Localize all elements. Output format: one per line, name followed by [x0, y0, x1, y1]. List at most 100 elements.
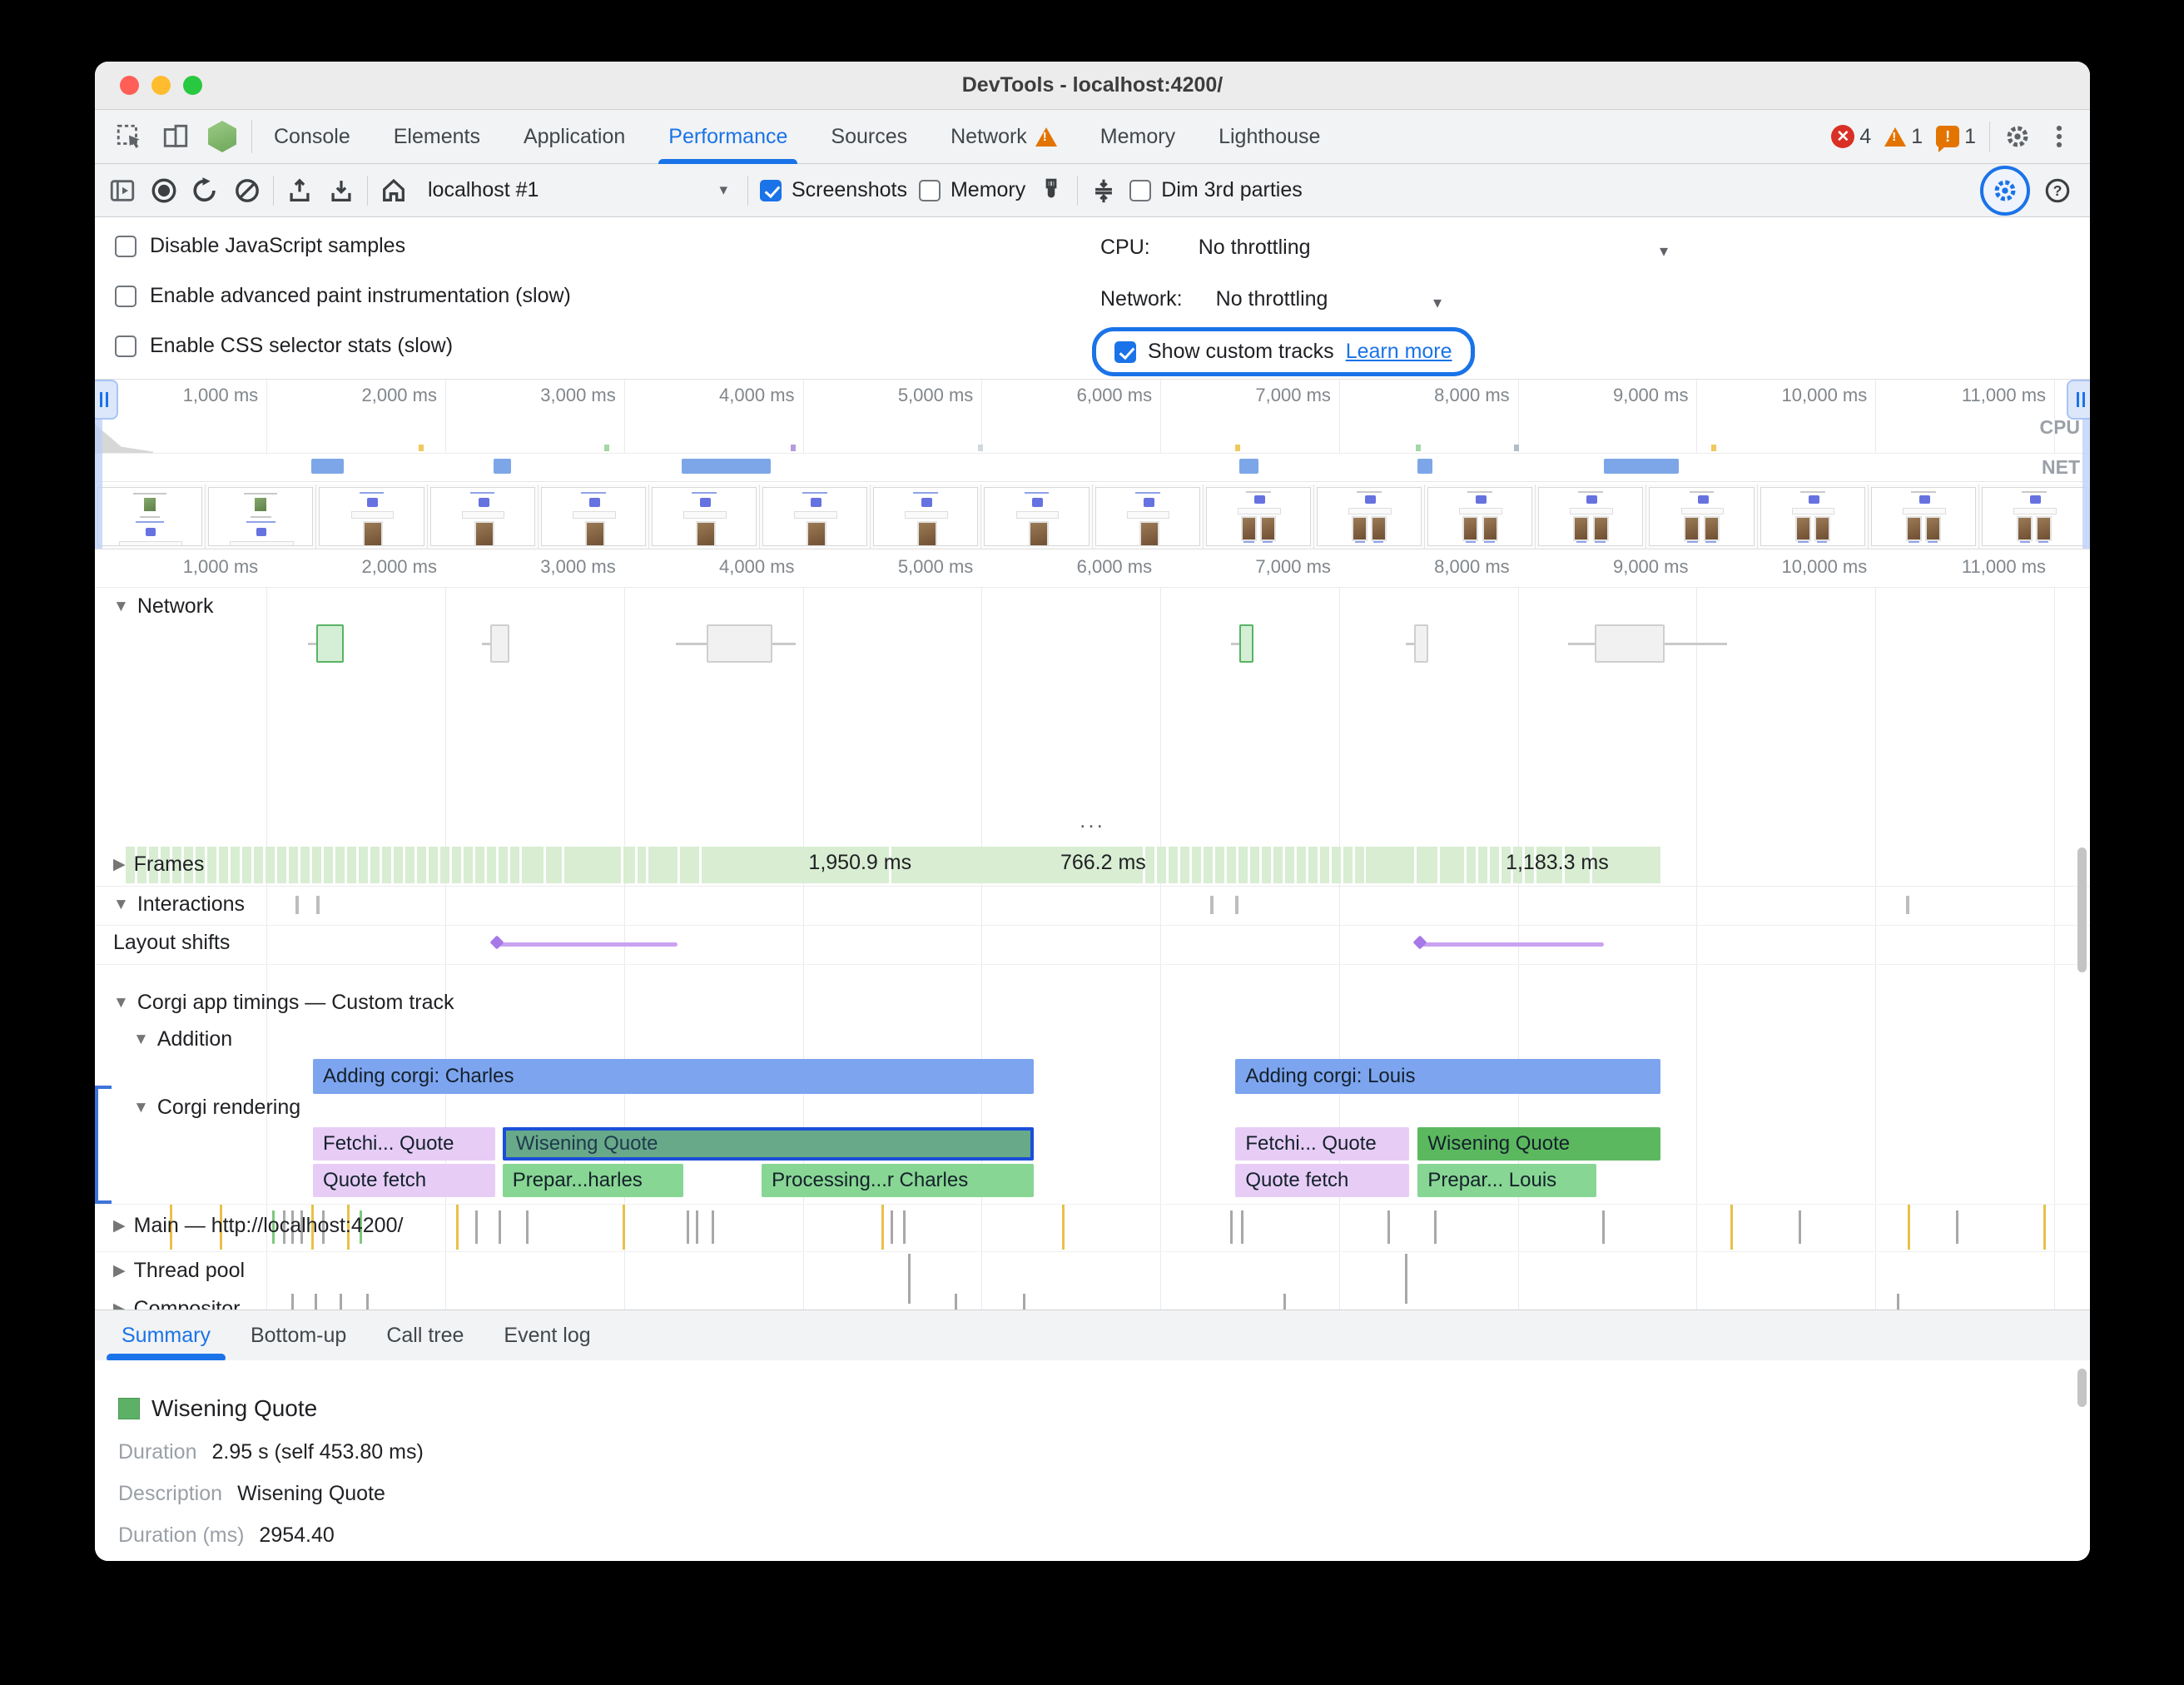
- main-thread-tick[interactable]: [891, 1210, 893, 1244]
- screenshot-thumbnail[interactable]: [1093, 485, 1204, 549]
- summary-scrollbar-thumb[interactable]: [2077, 1369, 2087, 1407]
- issues-badge[interactable]: ! 1: [1936, 125, 1976, 149]
- device-toolbar-icon[interactable]: [161, 122, 190, 151]
- main-thread-tick[interactable]: [2043, 1205, 2046, 1250]
- tab-performance[interactable]: Performance: [647, 110, 809, 163]
- track-interactions[interactable]: ▼Interactions: [113, 892, 245, 917]
- screenshot-thumbnail[interactable]: [539, 485, 649, 549]
- track-frames[interactable]: ▶Frames: [113, 852, 204, 877]
- memory-checkbox[interactable]: [919, 180, 941, 201]
- main-thread-tick[interactable]: [1230, 1210, 1233, 1244]
- save-profile-icon[interactable]: [327, 176, 355, 205]
- main-thread-tick[interactable]: [1799, 1210, 1801, 1244]
- main-thread-tick[interactable]: [456, 1205, 459, 1250]
- screenshot-thumbnail[interactable]: [95, 485, 206, 549]
- load-profile-icon[interactable]: [285, 176, 314, 205]
- screenshots-checkbox[interactable]: [760, 180, 782, 201]
- tracks-area[interactable]: ... ▼Network▶Frames1,950.9 ms766.2 ms1,1…: [95, 588, 2090, 1310]
- screenshot-thumbnail[interactable]: [871, 485, 981, 549]
- chevron-down-icon[interactable]: ▾: [1660, 241, 1668, 261]
- main-thread-tick[interactable]: [1956, 1210, 1958, 1244]
- main-thread-tick[interactable]: [696, 1210, 698, 1244]
- main-thread-tick[interactable]: [1730, 1205, 1733, 1250]
- track-corgi-rendering[interactable]: ▼Corgi rendering: [133, 1096, 300, 1120]
- compositor-tick[interactable]: [315, 1294, 317, 1310]
- chevron-down-icon[interactable]: ▾: [1433, 292, 1442, 313]
- inspect-icon[interactable]: [115, 122, 143, 151]
- compositor-tick[interactable]: [366, 1294, 369, 1310]
- tab-sources[interactable]: Sources: [809, 110, 929, 163]
- network-request-bar[interactable]: [1414, 624, 1428, 663]
- main-thread-tick[interactable]: [1062, 1205, 1065, 1250]
- settings-checkbox[interactable]: [115, 236, 136, 257]
- learn-more-link[interactable]: Learn more: [1346, 340, 1452, 364]
- live-metrics-home-icon[interactable]: [380, 176, 408, 205]
- main-thread-tick[interactable]: [712, 1210, 714, 1244]
- custom-track-event[interactable]: Prepar... Louis: [1417, 1164, 1596, 1197]
- main-thread-tick[interactable]: [1241, 1210, 1243, 1244]
- details-tab-summary[interactable]: Summary: [102, 1310, 231, 1360]
- show-custom-tracks-checkbox[interactable]: [1114, 341, 1136, 363]
- screenshot-thumbnail[interactable]: [760, 485, 871, 549]
- details-tab-bottom-up[interactable]: Bottom-up: [231, 1310, 366, 1360]
- screenshot-thumbnail[interactable]: [1425, 485, 1536, 549]
- screenshot-thumbnail[interactable]: [428, 485, 539, 549]
- custom-track-event[interactable]: Processing...r Charles: [762, 1164, 1033, 1197]
- details-tab-event-log[interactable]: Event log: [484, 1310, 610, 1360]
- track-addition[interactable]: ▼Addition: [133, 1027, 232, 1051]
- history-dropdown[interactable]: localhost #1 ▾: [419, 178, 736, 202]
- dim-3rd-parties-checkbox-row[interactable]: Dim 3rd parties: [1129, 178, 1303, 202]
- custom-track-event[interactable]: Wisening Quote: [1417, 1127, 1660, 1161]
- track-layout-shifts[interactable]: Layout shifts: [113, 931, 230, 955]
- screenshot-thumbnail[interactable]: [206, 485, 316, 549]
- compress-tracks-icon[interactable]: [1090, 176, 1118, 205]
- custom-track-event[interactable]: Fetchi... Quote: [313, 1127, 495, 1161]
- screenshot-thumbnail[interactable]: [981, 485, 1092, 549]
- custom-track-event[interactable]: Quote fetch: [1235, 1164, 1408, 1197]
- custom-track-event[interactable]: Quote fetch: [313, 1164, 495, 1197]
- track-network[interactable]: ▼Network: [113, 594, 214, 619]
- show-custom-tracks-setting[interactable]: Show custom tracks Learn more: [1092, 327, 1475, 376]
- track-resize-handle[interactable]: ...: [1080, 808, 1105, 833]
- tracks-scrollbar-thumb[interactable]: [2077, 847, 2087, 972]
- network-request-bar[interactable]: [1239, 624, 1253, 663]
- memory-checkbox-row[interactable]: Memory: [919, 178, 1025, 202]
- screenshot-thumbnail[interactable]: [316, 485, 427, 549]
- clear-icon[interactable]: [233, 176, 261, 205]
- settings-checkbox[interactable]: [115, 286, 136, 307]
- kebab-menu-icon[interactable]: [2045, 122, 2073, 151]
- record-icon[interactable]: [150, 176, 178, 205]
- toggle-sidebar-icon[interactable]: [108, 176, 136, 205]
- range-handle-right[interactable]: [2067, 380, 2090, 420]
- network-request-bar[interactable]: [316, 624, 343, 663]
- custom-track-event[interactable]: Prepar...harles: [503, 1164, 683, 1197]
- main-thread-tick[interactable]: [1434, 1210, 1437, 1244]
- main-thread-tick[interactable]: [499, 1210, 501, 1244]
- console-errors-badge[interactable]: ✕ 4: [1831, 125, 1871, 149]
- network-request-bar[interactable]: [1595, 624, 1665, 663]
- track-compositor[interactable]: ▶Compositor: [113, 1297, 240, 1310]
- custom-track-event[interactable]: Fetchi... Quote: [1235, 1127, 1408, 1161]
- custom-track-event[interactable]: Wisening Quote: [503, 1127, 1034, 1161]
- screenshots-checkbox-row[interactable]: Screenshots: [760, 178, 907, 202]
- timeline-overview[interactable]: 1,000 ms2,000 ms3,000 ms4,000 ms5,000 ms…: [95, 380, 2090, 549]
- help-icon[interactable]: ?: [2043, 176, 2072, 205]
- tab-network[interactable]: Network: [929, 110, 1079, 163]
- dim-3rd-parties-checkbox[interactable]: [1129, 180, 1151, 201]
- tab-elements[interactable]: Elements: [372, 110, 502, 163]
- tab-console[interactable]: Console: [252, 110, 372, 163]
- main-thread-tick[interactable]: [881, 1205, 884, 1250]
- track-main-thread[interactable]: ▶Main — http://localhost:4200/: [113, 1214, 403, 1238]
- compositor-tick[interactable]: [1897, 1294, 1899, 1310]
- extension-hexagon-icon[interactable]: [208, 121, 236, 152]
- screenshot-thumbnail[interactable]: [1979, 485, 2090, 549]
- console-warnings-badge[interactable]: 1: [1884, 125, 1923, 149]
- tab-memory[interactable]: Memory: [1079, 110, 1197, 163]
- main-thread-tick[interactable]: [1602, 1210, 1605, 1244]
- main-thread-tick[interactable]: [687, 1210, 689, 1244]
- reload-record-icon[interactable]: [191, 176, 220, 205]
- details-tab-call-tree[interactable]: Call tree: [366, 1310, 484, 1360]
- screenshot-thumbnail[interactable]: [1204, 485, 1314, 549]
- compositor-tick[interactable]: [340, 1294, 342, 1310]
- screenshot-thumbnail[interactable]: [1758, 485, 1869, 549]
